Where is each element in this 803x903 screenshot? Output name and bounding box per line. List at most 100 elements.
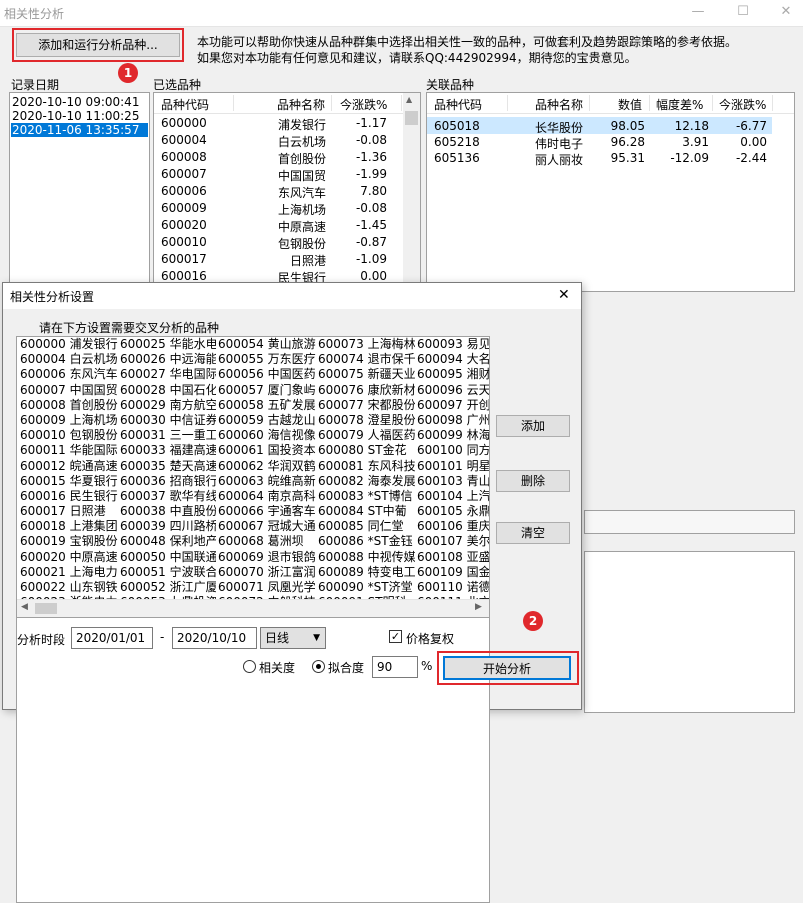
table-cell: 600016 [161,269,207,283]
table-row[interactable]: 600010 包钢股份 -0.87 [154,233,404,251]
column-header[interactable]: 幅度差% [656,96,703,113]
table-cell: -1.09 [355,252,387,266]
threshold-input[interactable]: 90 [372,656,418,678]
radio-correlation-label: 相关度 [259,661,296,675]
column-header[interactable]: 品种代码 [161,96,209,113]
table-cell: 3.91 [682,135,709,149]
table-cell: -1.17 [355,116,387,130]
table-cell: 95.31 [610,151,645,165]
table-cell: -0.08 [355,201,387,215]
close-icon[interactable]: ✕ [778,4,794,20]
grid-horizontal-scrollbar[interactable]: ◀ ▶ [17,599,489,617]
table-cell: 600000 [161,116,207,130]
records-list[interactable]: 2020-10-10 09:00:41 2020-10-10 11:00:25 … [9,92,150,292]
table-cell: 600020 [161,218,207,232]
minimize-icon[interactable]: — [690,4,706,20]
column-header[interactable]: 今涨跌% [340,96,387,113]
h-scroll-thumb[interactable] [35,603,57,614]
table-cell: 600017 [161,252,207,266]
period-type-select[interactable]: 日线 ▼ [260,627,326,649]
intro-line-1: 本功能可以帮助你快速从品种群集中选择出相关性一致的品种，可做套利及趋势跟踪策略的… [197,35,738,49]
table-cell: 0.00 [740,135,767,149]
table-cell: 12.18 [674,119,709,133]
table-cell: 605136 [434,151,480,165]
window-title-bar: 相关性分析 — ☐ ✕ [0,0,803,27]
table-row[interactable]: 600020 中原高速 -1.45 [154,216,404,234]
period-type-value: 日线 [265,631,290,645]
dialog-title-bar: 相关性分析设置 ✕ [3,283,581,309]
column-header[interactable]: 今涨跌% [719,96,766,113]
settings-dialog: 相关性分析设置 ✕ 请在下方设置需要交叉分析的品种 600000 浦发银行 600… [2,282,582,903]
records-label: 记录日期 [11,78,60,92]
table-row[interactable]: 600017 日照港 -1.09 [154,250,404,268]
dialog-close-icon[interactable]: ✕ [558,287,570,303]
table-cell: 600008 [161,150,207,164]
delete-button[interactable]: 删除 [496,470,570,492]
table-cell: 605018 [434,119,480,133]
table-cell: 600006 [161,184,207,198]
column-header[interactable]: 品种名称 [277,96,325,113]
table-cell: 7.80 [360,184,387,198]
maximize-icon[interactable]: ☐ [735,4,751,20]
selected-label: 已选品种 [153,78,202,92]
radio-correlation[interactable] [243,660,256,673]
date-to-field[interactable]: 2020/10/10 [172,627,257,649]
table-row[interactable]: 605136 丽人丽妆 95.31 -12.09 -2.44 [427,149,772,167]
add-run-analysis-button[interactable]: 添加和运行分析品种... [16,33,180,57]
column-header[interactable]: 数值 [618,96,642,113]
dialog-title: 相关性分析设置 [10,290,95,304]
table-cell: 丽人丽妆 [535,153,584,167]
table-cell: 600007 [161,167,207,181]
table-row[interactable]: 600006 东风汽车 7.80 [154,182,404,200]
add-button[interactable]: 添加 [496,415,570,437]
table-row[interactable]: 600007 中国国贸 -1.99 [154,165,404,183]
related-table-header: 品种代码 品种名称 数值 幅度差% 今涨跌% [427,93,794,114]
selected-table[interactable]: 品种代码 品种名称 今涨跌% 600000 浦发银行 -1.17 600004 白云机场… [153,92,421,292]
lower-result-panel [584,551,795,713]
scroll-thumb[interactable] [405,111,418,125]
date-separator: - [160,630,165,644]
record-item-selected[interactable]: 2020-11-06 13:35:57 [11,123,148,137]
table-cell: -1.99 [355,167,387,181]
window-title: 相关性分析 [4,7,65,21]
table-cell: 600009 [161,201,207,215]
column-header[interactable]: 品种名称 [535,96,583,113]
scroll-left-icon[interactable]: ◀ [21,602,28,612]
table-cell: -2.44 [735,151,767,165]
table-cell: 600004 [161,133,207,147]
record-item[interactable]: 2020-10-10 11:00:25 [12,109,147,123]
adjust-checkbox[interactable]: ✓ [389,630,402,643]
clear-button[interactable]: 清空 [496,522,570,544]
period-label: 分析时段 [17,633,66,647]
table-cell: 600010 [161,235,207,249]
table-cell: -6.77 [735,119,767,133]
date-from-field[interactable]: 2020/01/01 [71,627,153,649]
table-row[interactable]: 600000 浦发银行 -1.17 [154,114,404,132]
table-cell: -1.36 [355,150,387,164]
table-cell: 0.00 [360,269,387,283]
table-cell: 605218 [434,135,480,149]
related-table[interactable]: 品种代码 品种名称 数值 幅度差% 今涨跌% 605018 长华股份 98.05 12… [426,92,795,292]
table-cell: 98.05 [610,119,645,133]
chevron-down-icon: ▼ [313,633,320,643]
percent-sign: % [421,659,433,673]
annotation-badge-1: 1 [118,63,138,83]
dialog-prompt: 请在下方设置需要交叉分析的品种 [39,321,220,335]
column-header[interactable]: 品种代码 [434,96,482,113]
table-row[interactable]: 600009 上海机场 -0.08 [154,199,404,217]
radio-fit[interactable] [312,660,325,673]
table-cell: 96.28 [610,135,645,149]
selected-scrollbar[interactable]: ▲ [403,93,420,291]
table-row[interactable]: 600004 白云机场 -0.08 [154,131,404,149]
record-item[interactable]: 2020-10-10 09:00:41 [12,95,147,109]
table-cell: -0.87 [355,235,387,249]
table-row[interactable]: 600008 首创股份 -1.36 [154,148,404,166]
table-row[interactable]: 605018 长华股份 98.05 12.18 -6.77 [427,117,772,135]
adjust-label: 价格复权 [406,632,455,646]
scroll-right-icon[interactable]: ▶ [475,602,482,612]
scroll-up-icon[interactable]: ▲ [406,95,417,109]
table-cell: -1.45 [355,218,387,232]
table-row[interactable]: 605218 伟时电子 96.28 3.91 0.00 [427,133,772,151]
start-analysis-button[interactable]: 开始分析 [443,656,571,680]
selected-table-header: 品种代码 品种名称 今涨跌% [154,93,420,114]
